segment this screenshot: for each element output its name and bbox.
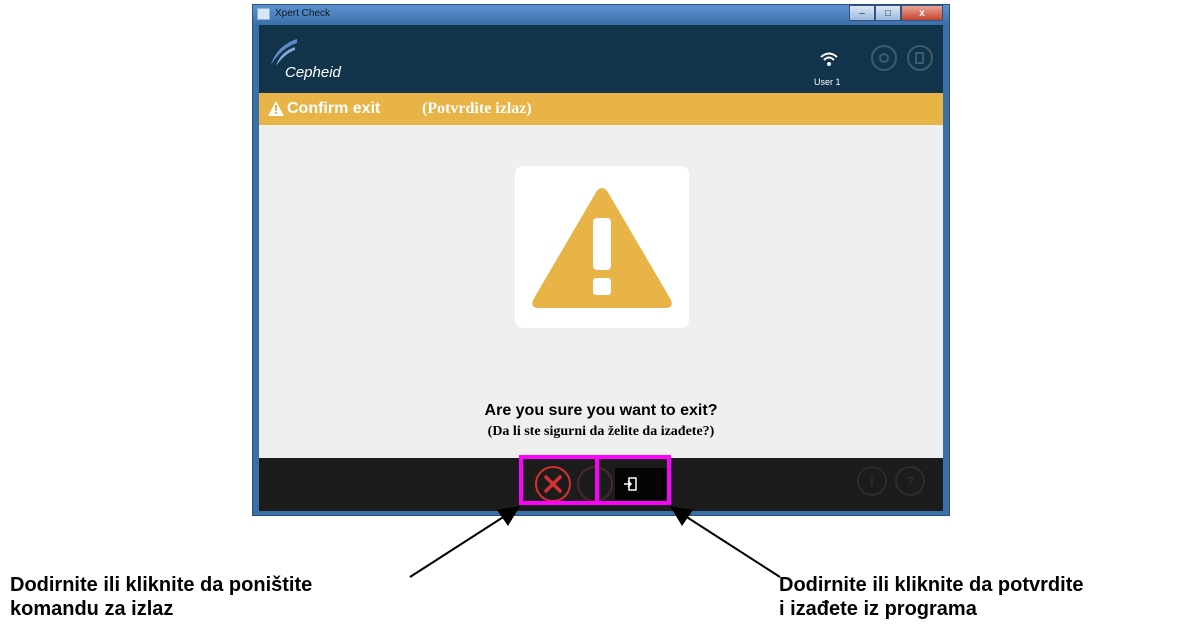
cancel-callout-line-2: komandu za izlaz (10, 598, 174, 620)
exit-callout-line-1: Dodirnite ili kliknite da potvrdite (779, 574, 1084, 596)
callout-arrows (409, 506, 781, 578)
cancel-callout: Dodirnite ili kliknite da poništite koma… (10, 573, 312, 621)
exit-callout: Dodirnite ili kliknite da potvrdite i iz… (779, 573, 1083, 621)
cancel-callout-line-1: Dodirnite ili kliknite da poništite (10, 574, 313, 596)
exit-callout-line-2: i izađete iz programa (779, 598, 977, 620)
